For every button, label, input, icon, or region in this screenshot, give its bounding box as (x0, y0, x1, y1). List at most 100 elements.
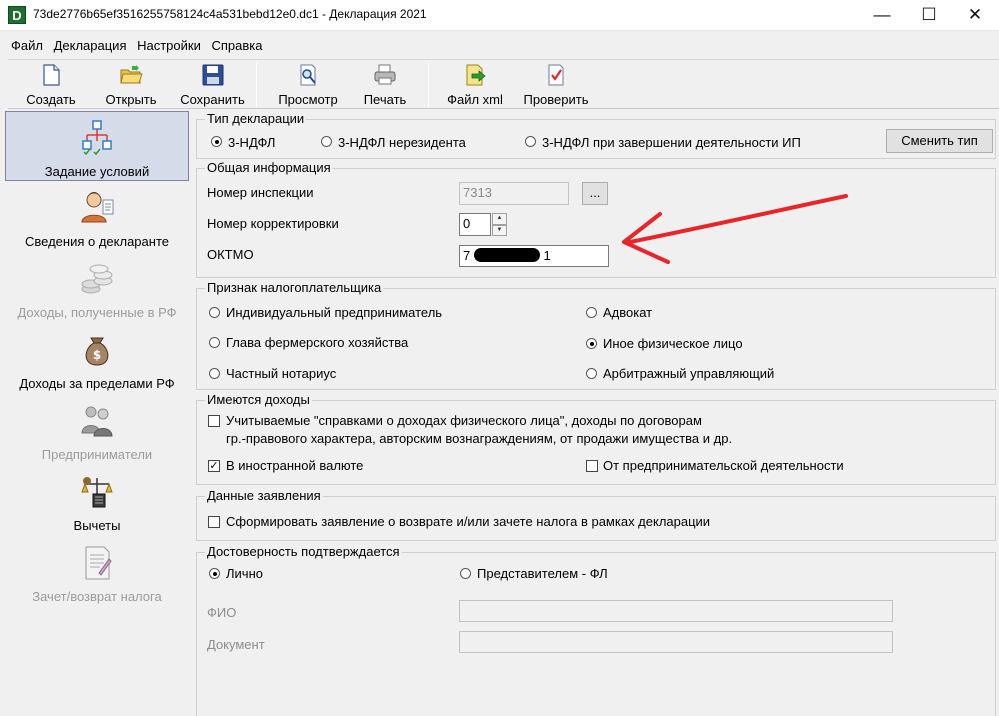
maximize-button[interactable]: ☐ (906, 0, 952, 30)
spin-up-icon[interactable]: ▲ (492, 213, 507, 225)
minimize-button[interactable]: — (859, 0, 905, 30)
checkbox-label: В иностранной валюте (226, 458, 364, 473)
radio-lawyer[interactable] (586, 307, 597, 318)
group-title: Общая информация (205, 160, 333, 175)
preview-button[interactable]: Просмотр (268, 63, 348, 109)
open-button[interactable]: Открыть (96, 63, 166, 109)
save-button[interactable]: Сохранить (175, 63, 250, 109)
checkbox-label-continued: гр.-правового характера, авторским возна… (226, 431, 733, 446)
radio-arbitration-manager[interactable] (586, 368, 597, 379)
declaration-type-group: Тип декларации 3-НДФЛ 3-НДФЛ нерезидента… (196, 111, 996, 159)
svg-text:$: $ (93, 348, 101, 362)
entrepreneurial-checkbox[interactable] (586, 460, 598, 472)
statement-group: Данные заявления Сформировать заявление … (196, 488, 996, 541)
menu-settings[interactable]: Настройки (134, 36, 204, 56)
sidebar-item-label: Вычеты (73, 518, 121, 533)
floppy-disk-icon (202, 64, 223, 86)
general-info-group: Общая информация Номер инспекции 7313 ..… (196, 160, 996, 278)
menu-file[interactable]: Файл (8, 36, 46, 56)
sidebar-item-conditions[interactable]: Задание условий (5, 111, 189, 181)
group-title: Признак налогоплательщика (205, 280, 384, 295)
app-icon: D (8, 6, 26, 24)
toolbar: Создать Открыть Сохранить Просмотр Печат… (8, 59, 999, 109)
menu-declaration[interactable]: Декларация (51, 36, 130, 56)
sidebar-item-label: Доходы, полученные в РФ (17, 305, 177, 320)
radio-label: Глава фермерского хозяйства (226, 335, 409, 350)
group-title: Тип декларации (205, 111, 307, 126)
sidebar-item-declarant[interactable]: Сведения о декларанте (5, 182, 189, 252)
save-label: Сохранить (180, 92, 245, 107)
sidebar-item-entrepreneurs[interactable]: Предприниматели (5, 395, 189, 465)
redaction-mark (473, 248, 540, 262)
radio-other-individual[interactable] (586, 338, 597, 349)
radio-3ndfl-nonresident[interactable] (321, 136, 332, 147)
document-icon (85, 546, 112, 580)
sidebar-item-label: Предприниматели (41, 447, 153, 462)
xml-file-button[interactable]: Файл xml (440, 63, 510, 109)
radio-private-notary[interactable] (209, 368, 220, 379)
taxpayer-group: Признак налогоплательщика Индивидуальный… (196, 280, 996, 390)
checkmark-document-icon (548, 64, 564, 86)
radio-label: 3-НДФЛ при завершении деятельности ИП (542, 135, 801, 150)
confirmation-group: Достоверность подтверждается Лично Предс… (196, 544, 996, 716)
radio-individual-entrepreneur[interactable] (209, 307, 220, 318)
sidebar-item-tax-refund[interactable]: Зачет/возврат налога (5, 537, 189, 607)
sidebar-item-label: Зачет/возврат налога (32, 589, 162, 604)
radio-label: Арбитражный управляющий (603, 366, 775, 381)
fio-input[interactable] (459, 600, 893, 622)
radio-label: 3-НДФЛ (228, 135, 276, 150)
oktmo-value-end: 1 (543, 248, 551, 263)
group-title: Данные заявления (205, 488, 323, 503)
sidebar: Задание условий Сведения о декларанте До… (5, 111, 189, 716)
oktmo-input[interactable]: 7 1 (459, 245, 609, 267)
person-icon (81, 192, 114, 223)
document-label: Документ (207, 637, 265, 652)
sidebar-item-deductions[interactable]: Вычеты (5, 466, 189, 536)
document-input[interactable] (459, 631, 893, 653)
sidebar-item-label: Доходы за пределами РФ (19, 376, 175, 391)
form-statement-checkbox[interactable] (208, 516, 220, 528)
correction-label: Номер корректировки (207, 216, 339, 231)
export-xml-icon (466, 64, 486, 86)
radio-personally[interactable] (209, 568, 220, 579)
printer-icon (374, 64, 396, 85)
open-folder-icon (120, 65, 143, 84)
spin-down-icon[interactable]: ▼ (492, 225, 507, 236)
sidebar-item-income-rf[interactable]: Доходы, полученные в РФ (5, 253, 189, 323)
menu-help[interactable]: Справка (208, 36, 265, 56)
foreign-currency-checkbox[interactable]: ✓ (208, 460, 220, 472)
checkbox-label: От предпринимательской деятельности (603, 458, 844, 473)
xml-file-label: Файл xml (447, 92, 503, 107)
close-button[interactable]: ✕ (952, 0, 998, 30)
application-window: D 73de2776b65ef3516255758124c4a531bebd12… (0, 0, 999, 716)
radio-label: 3-НДФЛ нерезидента (338, 135, 466, 150)
create-label: Создать (26, 92, 76, 107)
money-bag-icon: $ (85, 337, 109, 366)
window-title: 73de2776b65ef3516255758124c4a531bebd12e0… (33, 7, 427, 21)
oktmo-label: ОКТМО (207, 247, 254, 262)
radio-3ndfl-ip-termination[interactable] (525, 136, 536, 147)
sidebar-item-label: Задание условий (44, 164, 150, 179)
change-type-button[interactable]: Сменить тип (886, 129, 993, 153)
radio-representative[interactable] (460, 568, 471, 579)
radio-3ndfl[interactable] (211, 136, 222, 147)
businessmen-icon (81, 406, 113, 437)
magnifier-icon (300, 64, 316, 86)
title-bar: D 73de2776b65ef3516255758124c4a531bebd12… (0, 0, 999, 31)
oktmo-value-start: 7 (463, 248, 471, 263)
toolbar-separator (256, 63, 257, 107)
checkbox-label: Сформировать заявление о возврате и/или … (226, 514, 711, 529)
certificates-income-checkbox[interactable] (208, 415, 220, 427)
radio-label: Индивидуальный предприниматель (226, 305, 443, 320)
inspection-number-input[interactable]: 7313 (459, 182, 569, 205)
radio-label: Представителем - ФЛ (477, 566, 608, 581)
correction-number-input[interactable]: 0 (459, 213, 491, 236)
toolbar-separator (428, 63, 429, 107)
sidebar-item-income-abroad[interactable]: $ Доходы за пределами РФ (5, 324, 189, 394)
check-button[interactable]: Проверить (516, 63, 596, 109)
print-button[interactable]: Печать (354, 63, 416, 109)
sidebar-item-label: Сведения о декларанте (25, 234, 169, 249)
radio-farm-head[interactable] (209, 337, 220, 348)
hierarchy-icon (82, 120, 112, 156)
create-button[interactable]: Создать (16, 63, 86, 109)
